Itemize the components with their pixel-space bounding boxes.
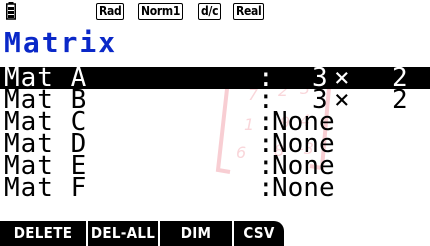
- matrix-row-f[interactable]: Mat F : None: [0, 173, 430, 203]
- fraction-mode-indicator: d/c: [198, 3, 222, 20]
- display-mode-indicator: Norm1: [138, 3, 184, 20]
- angle-mode-indicator: Rad: [96, 3, 125, 20]
- function-key-bar: DELETE DEL-ALL DIM CSV: [0, 221, 430, 246]
- matrix-size-value: None: [272, 173, 335, 203]
- matrix-times-sign: ×: [334, 85, 350, 115]
- dim-button[interactable]: DIM: [160, 221, 232, 246]
- matrix-cols: 2: [392, 85, 408, 115]
- screen-title: Matrix: [4, 26, 118, 59]
- battery-icon: [6, 2, 16, 20]
- delete-button[interactable]: DELETE: [0, 221, 86, 246]
- delete-all-button[interactable]: DEL-ALL: [88, 221, 158, 246]
- complex-mode-indicator: Real: [233, 3, 265, 20]
- calculator-screen: Rad Norm1 d/c Real 723 194 68-3 Matrix M…: [0, 0, 430, 246]
- status-bar: Rad Norm1 d/c Real: [0, 0, 430, 28]
- matrix-name: Mat F: [4, 173, 88, 203]
- csv-button[interactable]: CSV: [234, 221, 284, 246]
